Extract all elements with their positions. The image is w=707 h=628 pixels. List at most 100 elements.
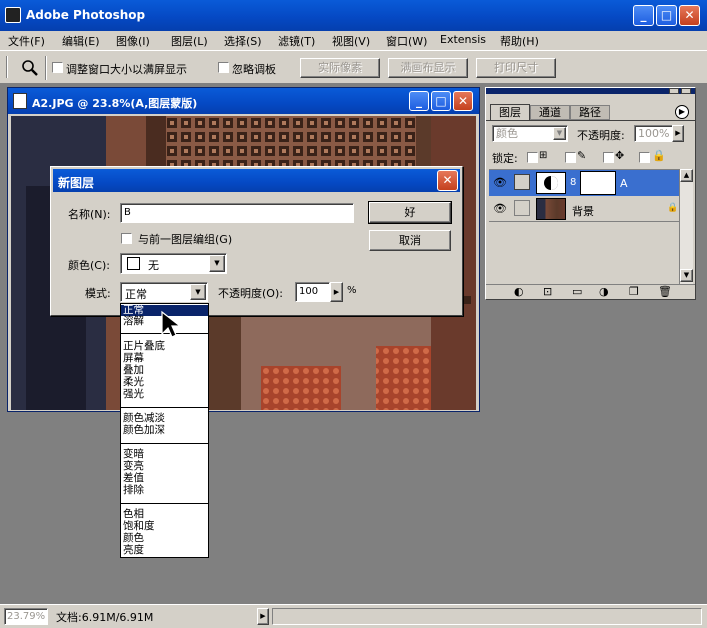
- chevron-down-icon[interactable]: ▼: [553, 127, 566, 140]
- layer-row-background[interactable]: 👁 背景 🔒: [489, 196, 679, 222]
- chain-icon[interactable]: 8: [570, 177, 576, 188]
- list-item[interactable]: 排除: [123, 485, 144, 496]
- grip-handle[interactable]: [6, 56, 8, 78]
- ok-button[interactable]: 好: [368, 201, 452, 224]
- list-item[interactable]: 叠加: [123, 365, 144, 376]
- layer-name-input[interactable]: B: [120, 203, 354, 223]
- actual-pixels-button[interactable]: 实际像素: [300, 58, 380, 78]
- mouse-cursor-icon: [160, 310, 182, 343]
- doc-size-info: 文档:6.91M/6.91M: [56, 611, 154, 624]
- chevron-down-icon[interactable]: ▼: [209, 255, 225, 272]
- maximize-button[interactable]: □: [656, 5, 677, 26]
- list-item[interactable]: 颜色加深: [123, 425, 165, 436]
- list-item[interactable]: 色相: [123, 509, 144, 520]
- add-mask-icon[interactable]: ⊡: [543, 285, 552, 298]
- layer-style-icon[interactable]: ◐: [514, 285, 524, 298]
- tab-paths[interactable]: 路径: [570, 105, 610, 120]
- list-item[interactable]: 变亮: [123, 461, 144, 472]
- layer-mask-thumbnail[interactable]: [580, 171, 616, 195]
- group-checkbox[interactable]: [121, 233, 132, 244]
- menu-layer[interactable]: 图层(L): [171, 33, 208, 49]
- opacity-arrow-icon[interactable]: ▶: [672, 125, 684, 142]
- opacity-input[interactable]: 100: [295, 282, 330, 302]
- doc-close-button[interactable]: ✕: [453, 91, 473, 111]
- scroll-up-icon[interactable]: ▲: [680, 169, 693, 182]
- ignore-palettes-label: 忽略调板: [232, 63, 276, 76]
- layer-thumbnail[interactable]: [536, 198, 566, 220]
- doc-maximize-button[interactable]: □: [431, 91, 451, 111]
- layer-mask-link-icon[interactable]: [514, 174, 530, 190]
- document-icon: [13, 93, 27, 109]
- eye-icon[interactable]: 👁: [493, 202, 507, 215]
- tab-channels[interactable]: 通道: [530, 105, 570, 120]
- list-item[interactable]: 柔光: [123, 377, 144, 388]
- separator: [121, 407, 208, 408]
- menu-select[interactable]: 选择(S): [224, 33, 262, 49]
- list-item[interactable]: 溶解: [123, 316, 144, 327]
- scroll-down-icon[interactable]: ▼: [680, 269, 693, 282]
- list-item[interactable]: 颜色减淡: [123, 413, 165, 424]
- menu-filter[interactable]: 滤镜(T): [278, 33, 315, 49]
- new-layer-icon[interactable]: ❐: [629, 285, 639, 298]
- list-item[interactable]: 屏幕: [123, 353, 144, 364]
- menu-image[interactable]: 图像(I): [116, 33, 150, 49]
- lock-image-checkbox[interactable]: [565, 152, 576, 163]
- menu-edit[interactable]: 编辑(E): [62, 33, 100, 49]
- separator: [121, 503, 208, 504]
- fit-screen-button[interactable]: 满画布显示: [388, 58, 468, 78]
- panel-menu-icon[interactable]: ▶: [675, 105, 689, 119]
- list-item[interactable]: 变暗: [123, 449, 144, 460]
- chevron-down-icon[interactable]: ▼: [190, 284, 206, 300]
- tab-layers[interactable]: 图层: [490, 104, 530, 120]
- list-item[interactable]: 强光: [123, 389, 144, 400]
- lock-transparency-checkbox[interactable]: [527, 152, 538, 163]
- list-item[interactable]: 正片叠底: [123, 341, 165, 352]
- new-layer-dialog: 新图层 ✕ 名称(N): B 好 与前一图层编组(G) 取消 颜色(C): 无 …: [50, 166, 463, 316]
- trash-icon[interactable]: 🗑: [658, 285, 672, 298]
- color-select[interactable]: 无 ▼: [120, 253, 227, 274]
- ignore-palettes-checkbox[interactable]: [218, 62, 229, 73]
- new-set-icon[interactable]: ▭: [572, 285, 582, 298]
- percent-sign: %: [347, 285, 357, 296]
- mode-select[interactable]: 正常 ▼: [120, 282, 208, 302]
- layer-row-a[interactable]: 👁 8 A: [489, 170, 679, 196]
- layer-link-slot[interactable]: [514, 200, 530, 216]
- menu-window[interactable]: 窗口(W): [386, 33, 427, 49]
- opacity-label: 不透明度(O):: [218, 287, 283, 300]
- menu-view[interactable]: 视图(V): [332, 33, 370, 49]
- menu-file[interactable]: 文件(F): [8, 33, 45, 49]
- close-button[interactable]: ✕: [679, 5, 700, 26]
- lock-all-checkbox[interactable]: [639, 152, 650, 163]
- zoom-level-field[interactable]: 23.79%: [4, 608, 48, 625]
- app-title: Adobe Photoshop: [26, 8, 146, 22]
- lock-position-checkbox[interactable]: [603, 152, 614, 163]
- panel-opacity-label: 不透明度:: [577, 129, 625, 142]
- minimize-button[interactable]: _: [633, 5, 654, 26]
- zoom-tool-icon[interactable]: [19, 57, 41, 79]
- adjustment-layer-icon[interactable]: ◑: [599, 285, 609, 298]
- eye-icon[interactable]: 👁: [493, 176, 507, 189]
- layer-thumbnail[interactable]: [536, 172, 566, 194]
- photoshop-app-icon: [5, 7, 21, 23]
- list-item[interactable]: 颜色: [123, 533, 144, 544]
- panel-close-button[interactable]: [681, 88, 691, 94]
- layers-panel: 图层 通道 路径 ▶ 颜色 ▼ 不透明度: 100% ▶ 锁定: ⊞ ✎ ✥ 🔒…: [485, 87, 696, 300]
- layers-scrollbar[interactable]: ▲ ▼: [679, 169, 693, 284]
- doc-minimize-button[interactable]: _: [409, 91, 429, 111]
- list-item[interactable]: 差值: [123, 473, 144, 484]
- padlock-icon: 🔒: [667, 203, 679, 213]
- dialog-close-button[interactable]: ✕: [437, 170, 458, 191]
- panel-minimize-button[interactable]: [669, 88, 679, 94]
- list-item[interactable]: 亮度: [123, 545, 144, 556]
- cancel-button[interactable]: 取消: [369, 230, 451, 251]
- opacity-arrow-icon[interactable]: ▶: [330, 282, 343, 302]
- resize-window-checkbox[interactable]: [52, 62, 63, 73]
- status-menu-arrow-icon[interactable]: ▶: [257, 608, 269, 625]
- list-item[interactable]: 饱和度: [123, 521, 155, 532]
- menu-extensis[interactable]: Extensis: [440, 33, 486, 46]
- panel-opacity-input[interactable]: 100%: [634, 125, 674, 142]
- menu-bar: 文件(F) 编辑(E) 图像(I) 图层(L) 选择(S) 滤镜(T) 视图(V…: [0, 31, 707, 50]
- separator: [121, 443, 208, 444]
- print-size-button[interactable]: 打印尺寸: [476, 58, 556, 78]
- menu-help[interactable]: 帮助(H): [500, 33, 539, 49]
